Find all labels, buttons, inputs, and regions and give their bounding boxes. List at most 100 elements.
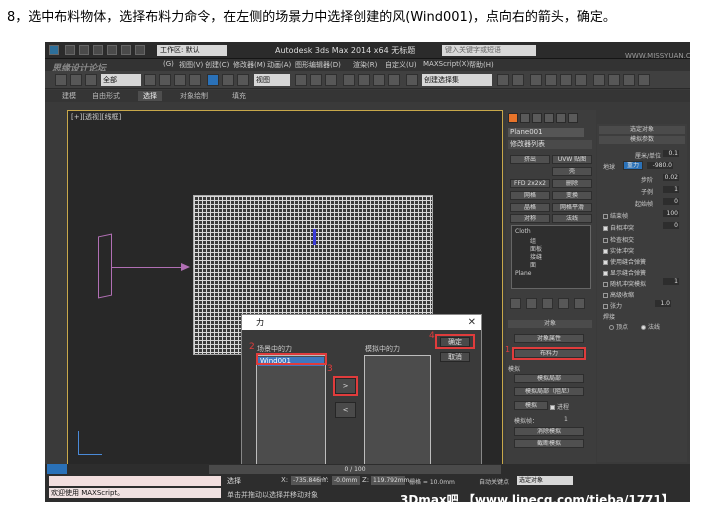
cancel-button[interactable]: 取消 xyxy=(440,352,470,362)
checkbox[interactable] xyxy=(603,249,608,254)
undo-icon[interactable] xyxy=(107,45,117,55)
tab-freeform[interactable]: 自由形式 xyxy=(87,91,125,101)
scene-forces-list[interactable]: Wind001 xyxy=(256,355,326,464)
modifier-button[interactable]: 网格 xyxy=(510,191,550,200)
material-editor-icon[interactable] xyxy=(593,74,605,86)
move-icon[interactable] xyxy=(207,74,219,86)
radio[interactable] xyxy=(609,325,614,330)
bind-icon[interactable] xyxy=(85,74,97,86)
render-setup-icon[interactable] xyxy=(608,74,620,86)
simulate-button[interactable]: 模拟 xyxy=(514,401,548,410)
end-frame-spinner[interactable]: 100 xyxy=(663,210,679,217)
app-icon[interactable] xyxy=(49,45,59,55)
erase-simulation-button[interactable]: 消除模拟 xyxy=(514,427,584,436)
simulate-local-button[interactable]: 模拟局部 xyxy=(514,374,584,383)
frame-indicator[interactable] xyxy=(47,464,67,474)
menu-item[interactable]: 渲染(R) xyxy=(353,60,377,70)
checkbox[interactable] xyxy=(603,260,608,265)
redo-icon[interactable] xyxy=(121,45,131,55)
modifier-button[interactable]: 壳 xyxy=(552,167,592,176)
solid-collision-row[interactable]: 实体冲突 xyxy=(603,246,634,255)
schematic-icon[interactable] xyxy=(575,74,587,86)
menu-item[interactable]: 修改器(M) xyxy=(233,60,266,70)
weld-normal-radio[interactable]: 法线 xyxy=(641,322,660,331)
angle-snap-icon[interactable] xyxy=(358,74,370,86)
modifier-button[interactable]: 晶格 xyxy=(510,203,550,212)
gizmo-z-axis[interactable] xyxy=(313,229,316,245)
new-icon[interactable] xyxy=(65,45,75,55)
menu-item[interactable]: 自定义(U) xyxy=(385,60,417,70)
end-frame-row[interactable]: 结束帧 xyxy=(603,211,628,220)
manipulate-icon[interactable] xyxy=(310,74,322,86)
align-icon[interactable] xyxy=(512,74,524,86)
save-icon[interactable] xyxy=(93,45,103,55)
named-selection-dropdown[interactable]: 创建选择集 xyxy=(422,74,492,86)
graphite-icon[interactable] xyxy=(545,74,557,86)
tension-row[interactable]: 张力 xyxy=(603,301,622,310)
close-icon[interactable]: ✕ xyxy=(468,315,476,330)
layer-icon[interactable] xyxy=(530,74,542,86)
checkbox[interactable] xyxy=(603,214,608,219)
project-icon[interactable] xyxy=(135,45,145,55)
wind-helper[interactable] xyxy=(98,233,112,299)
checkbox[interactable] xyxy=(603,238,608,243)
progress-checkbox[interactable]: 进程 xyxy=(550,402,569,411)
checkbox[interactable] xyxy=(603,226,608,231)
rect-select-icon[interactable] xyxy=(174,74,186,86)
checkbox[interactable] xyxy=(603,304,608,309)
modifier-stack[interactable]: Cloth 组 面板 接缝 面 Plane xyxy=(511,225,591,289)
stack-item-cloth[interactable]: Cloth xyxy=(515,228,531,235)
object-name-field[interactable]: Plane001 xyxy=(508,128,584,137)
start-frame-spinner[interactable]: 0 xyxy=(663,198,679,205)
simulate-local-damped-button[interactable]: 模拟局部（阻尼） xyxy=(514,387,584,396)
modifier-button[interactable]: 删除 xyxy=(552,179,592,188)
scale-icon[interactable] xyxy=(237,74,249,86)
sim-params-header[interactable]: 模拟参数 xyxy=(599,136,685,144)
truncate-simulation-button[interactable]: 截断模拟 xyxy=(514,439,584,448)
random-collision-row[interactable]: 随机冲突模拟 xyxy=(603,279,646,288)
checkbox[interactable] xyxy=(603,271,608,276)
window-crossing-icon[interactable] xyxy=(189,74,201,86)
make-unique-icon[interactable] xyxy=(542,298,553,309)
select-icon[interactable] xyxy=(144,74,156,86)
menu-item[interactable]: 视图(V) xyxy=(179,60,203,70)
modifier-button[interactable]: 网格平滑 xyxy=(552,203,592,212)
edit-named-selection-icon[interactable] xyxy=(406,74,418,86)
perspective-viewport[interactable]: [+][透视][线框] 力 ✕ 2 场景中的力 Wind001 3 > < 模拟… xyxy=(67,110,503,465)
unlink-icon[interactable] xyxy=(70,74,82,86)
advanced-pinch-row[interactable]: 高级收缩 xyxy=(603,290,634,299)
motion-tab-icon[interactable] xyxy=(544,113,554,123)
object-properties-button[interactable]: 对象属性 xyxy=(514,334,584,343)
selected-object-header[interactable]: 选定对象 xyxy=(599,126,685,134)
time-slider[interactable]: 0 / 100 xyxy=(209,465,501,474)
modifier-button[interactable]: FFD 2x2x2 xyxy=(510,179,550,188)
hierarchy-tab-icon[interactable] xyxy=(532,113,542,123)
pivot-icon[interactable] xyxy=(295,74,307,86)
menu-item[interactable]: 创建(C) xyxy=(205,60,229,70)
render-frame-icon[interactable] xyxy=(623,74,635,86)
model-forces-list[interactable] xyxy=(364,355,431,464)
show-sewing-row[interactable]: 显示缝合弹簧 xyxy=(603,268,646,277)
use-sewing-row[interactable]: 使用缝合弹簧 xyxy=(603,257,646,266)
stack-item[interactable]: 面 xyxy=(530,260,536,269)
z-coord-field[interactable]: 119.792mm xyxy=(371,476,410,485)
subsample-spinner[interactable]: 1 xyxy=(663,186,679,193)
display-tab-icon[interactable] xyxy=(556,113,566,123)
search-input[interactable]: 键入关键字或短语 xyxy=(442,45,536,56)
modifier-button[interactable]: 变换 xyxy=(552,191,592,200)
selection-filter-dropdown[interactable]: 全部 xyxy=(101,74,141,86)
maxscript-listener-top[interactable] xyxy=(49,476,221,486)
remove-modifier-icon[interactable] xyxy=(558,298,569,309)
cm-unit-spinner[interactable]: 0.1 xyxy=(663,150,679,157)
create-tab-icon[interactable] xyxy=(508,113,518,123)
tab-modeling[interactable]: 建模 xyxy=(57,91,81,101)
modify-tab-icon[interactable] xyxy=(520,113,530,123)
check-intersect-row[interactable]: 检查相交 xyxy=(603,235,634,244)
menu-item[interactable]: 帮助(H) xyxy=(469,60,494,70)
checkbox[interactable] xyxy=(550,405,555,410)
menu-item[interactable]: 动画(A) xyxy=(267,60,291,70)
random-spinner[interactable]: 1 xyxy=(663,278,679,285)
tension-spinner[interactable]: 1.0 xyxy=(655,300,671,307)
viewport-label[interactable]: [+][透视][线框] xyxy=(71,112,121,122)
link-icon[interactable] xyxy=(55,74,67,86)
